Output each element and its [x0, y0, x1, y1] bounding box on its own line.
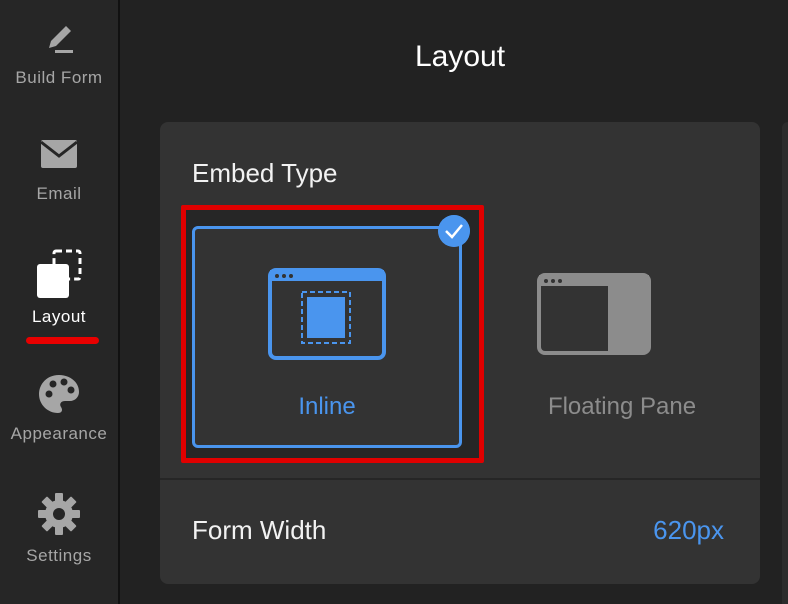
sidebar-item-label: Settings: [26, 546, 92, 565]
sidebar-item-settings[interactable]: Settings: [0, 492, 118, 566]
layout-icon: [37, 249, 82, 298]
app-window: Build Form Email Layout Appearance Setti…: [0, 0, 788, 604]
floating-pane-icon: [537, 273, 651, 355]
checkmark-icon: [438, 215, 470, 247]
sidebar-item-build-form[interactable]: Build Form: [0, 18, 118, 88]
pencil-icon: [49, 26, 73, 53]
adjacent-panel-edge: [782, 122, 788, 604]
gear-icon: [38, 493, 80, 535]
page-title: Layout: [414, 40, 506, 73]
form-width-value[interactable]: 620px: [653, 515, 724, 546]
sidebar-item-label: Layout: [31, 307, 87, 326]
envelope-icon: [40, 140, 78, 168]
sidebar-item-label: Email: [36, 184, 82, 203]
embed-option-floating-pane[interactable]: Floating Pane: [490, 226, 754, 442]
embed-option-label: Inline: [298, 393, 356, 420]
embed-type-title: Embed Type: [192, 158, 338, 188]
embed-option-inline[interactable]: Inline: [192, 226, 462, 448]
form-width-label: Form Width: [192, 515, 327, 545]
sidebar-item-appearance[interactable]: Appearance: [0, 372, 118, 444]
sidebar-item-email[interactable]: Email: [0, 134, 118, 204]
sidebar: Build Form Email Layout Appearance Setti…: [0, 0, 120, 604]
inline-embed-icon: [268, 268, 386, 360]
sidebar-item-label: Appearance: [10, 424, 108, 443]
divider: [160, 478, 760, 480]
embed-option-label: Floating Pane: [547, 393, 697, 420]
sidebar-item-layout[interactable]: Layout: [0, 247, 118, 327]
sidebar-item-label: Build Form: [15, 68, 103, 87]
palette-icon: [39, 375, 79, 413]
active-indicator: [26, 337, 99, 344]
